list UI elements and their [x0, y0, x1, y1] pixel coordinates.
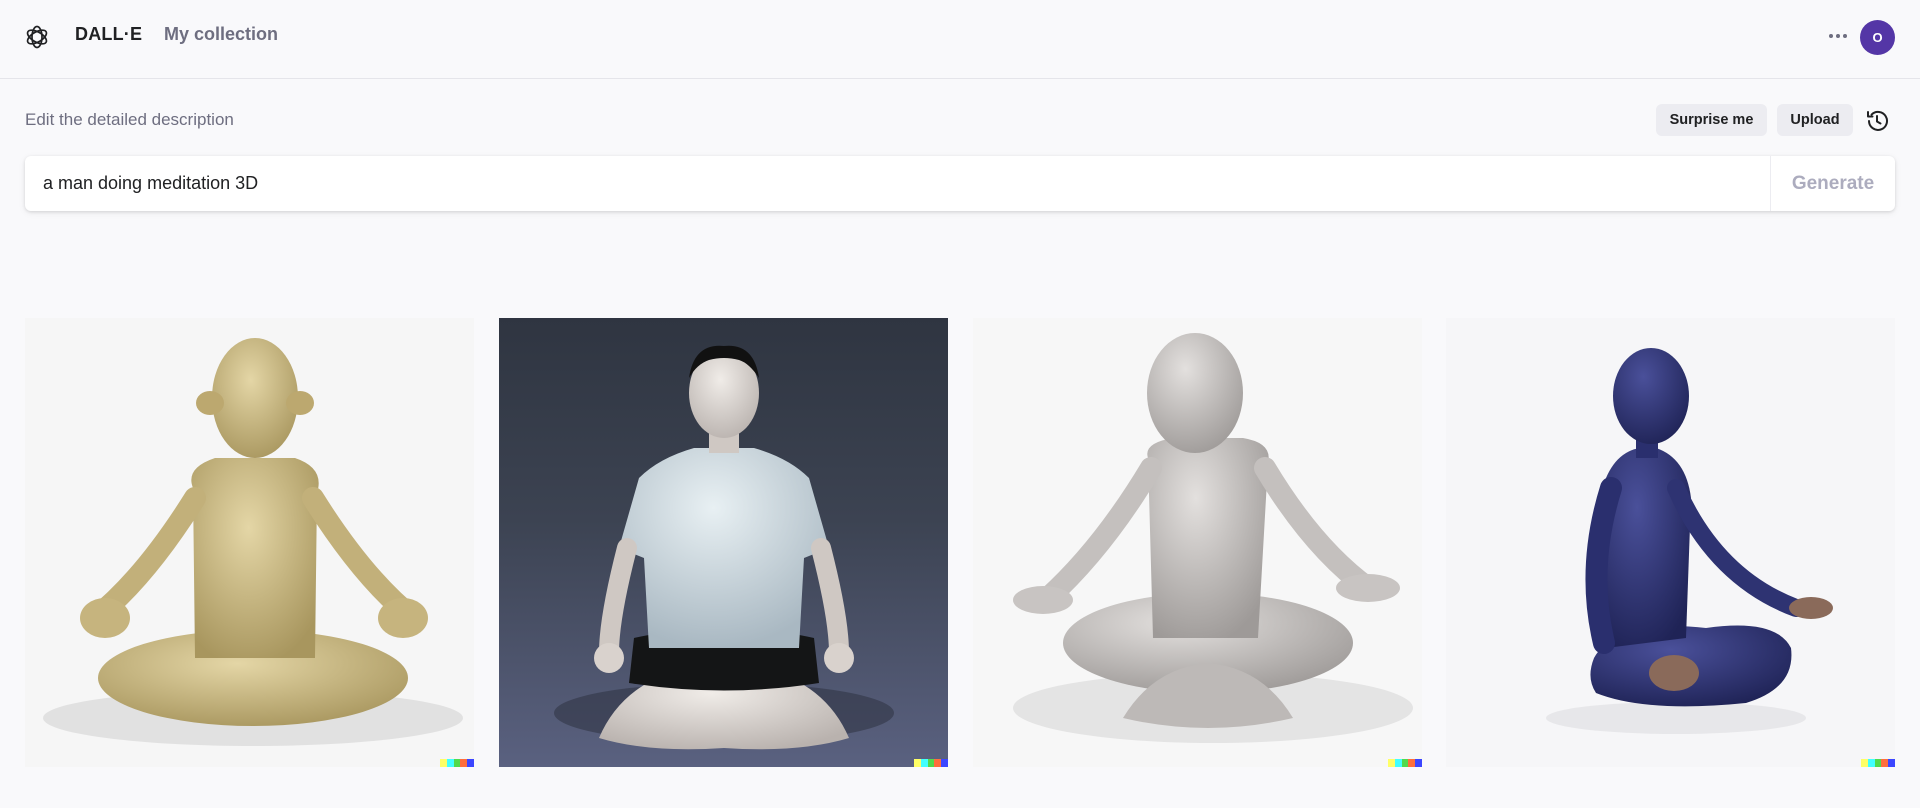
signature-swatch [1401, 759, 1409, 767]
user-avatar[interactable]: O [1860, 20, 1895, 55]
prompt-input[interactable] [25, 156, 1770, 211]
more-options-icon[interactable] [1824, 22, 1852, 50]
signature-swatch [920, 759, 928, 767]
signature-swatch [1881, 759, 1889, 767]
signature-swatch [934, 759, 942, 767]
signature-swatch [453, 759, 461, 767]
signature-swatch [440, 759, 447, 767]
signature-swatch [1415, 759, 1422, 767]
history-icon[interactable] [1864, 108, 1890, 134]
signature-swatch [446, 759, 454, 767]
openai-logo-icon[interactable] [24, 24, 50, 50]
dalle-signature [440, 759, 474, 767]
nav-my-collection[interactable]: My collection [164, 24, 278, 45]
dalle-signature [1861, 759, 1895, 767]
prompt-box: Generate [25, 156, 1895, 211]
result-image-2[interactable] [499, 318, 948, 767]
signature-swatch [1874, 759, 1882, 767]
upload-button[interactable]: Upload [1777, 104, 1853, 136]
signature-swatch [1888, 759, 1895, 767]
brand-name[interactable]: DALL·E [75, 24, 142, 45]
surprise-me-button[interactable]: Surprise me [1656, 104, 1767, 136]
image-content [1446, 318, 1895, 767]
signature-swatch [927, 759, 935, 767]
prompt-label: Edit the detailed description [25, 110, 234, 129]
signature-swatch [1394, 759, 1402, 767]
image-content [973, 318, 1422, 767]
top-bar: DALL·E My collection O [0, 0, 1920, 79]
signature-swatch [914, 759, 921, 767]
result-image-1[interactable] [25, 318, 474, 767]
signature-swatch [941, 759, 948, 767]
dalle-signature [914, 759, 948, 767]
signature-swatch [467, 759, 474, 767]
result-image-4[interactable] [1446, 318, 1895, 767]
dalle-signature [1388, 759, 1422, 767]
result-image-3[interactable] [973, 318, 1422, 767]
signature-swatch [1867, 759, 1875, 767]
signature-swatch [1388, 759, 1395, 767]
image-content [25, 318, 474, 767]
signature-swatch [1408, 759, 1416, 767]
generate-button[interactable]: Generate [1770, 156, 1895, 211]
signature-swatch [1861, 759, 1868, 767]
image-content [499, 318, 948, 767]
signature-swatch [460, 759, 468, 767]
